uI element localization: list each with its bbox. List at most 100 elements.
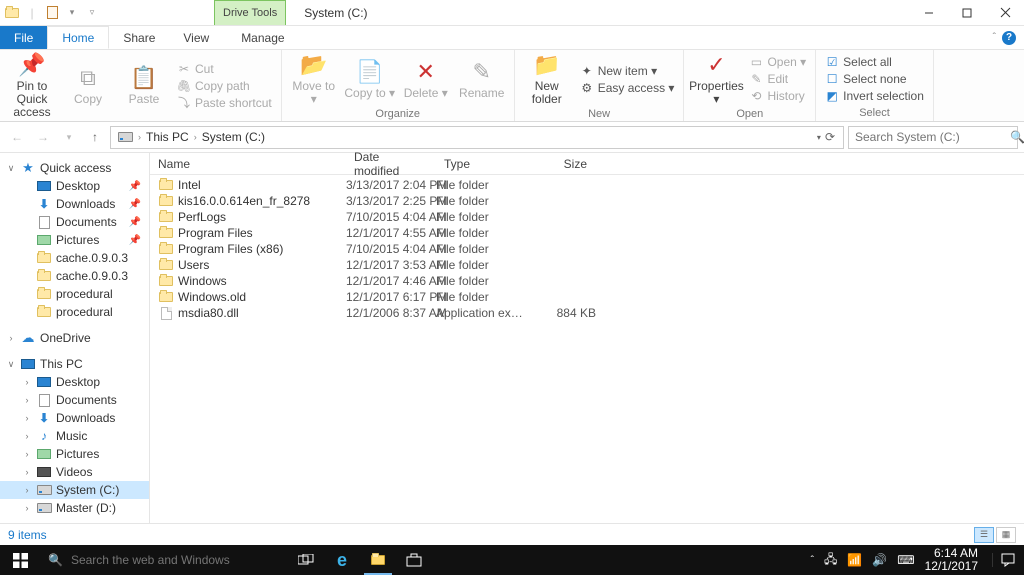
tab-view[interactable]: View xyxy=(169,26,223,49)
sidebar-master-d[interactable]: ›Master (D:) xyxy=(0,499,149,517)
sidebar-onedrive[interactable]: ›☁OneDrive xyxy=(0,329,149,347)
column-type[interactable]: Type xyxy=(436,157,526,171)
. list-item[interactable]: Program Files (x86)7/10/2015 4:04 AMFile… xyxy=(150,241,1024,257)
tab-home[interactable]: Home xyxy=(47,26,109,49)
taskbar-search[interactable]: 🔍 xyxy=(40,545,288,575)
. list-item[interactable]: msdia80.dll12/1/2006 8:37 AMApplication … xyxy=(150,305,1024,321)
sidebar-quick-access[interactable]: ∨★Quick access xyxy=(0,159,149,177)
properties-qat-icon[interactable] xyxy=(44,5,60,21)
maximize-button[interactable] xyxy=(948,0,986,26)
delete-button[interactable]: ✕ Delete ▾ xyxy=(400,59,452,100)
search-input[interactable] xyxy=(855,130,1010,144)
view-details-icon[interactable]: ☰ xyxy=(974,527,994,543)
ribbon-collapse-icon[interactable]: ˆ xyxy=(993,32,996,43)
sidebar-desktop2[interactable]: ›Desktop xyxy=(0,373,149,391)
history-button[interactable]: ⟲History xyxy=(746,88,809,104)
search-box[interactable]: 🔍 xyxy=(848,126,1018,149)
. list-item[interactable]: Users12/1/2017 3:53 AMFile folder xyxy=(150,257,1024,273)
. list-item[interactable]: Program Files12/1/2017 4:55 AMFile folde… xyxy=(150,225,1024,241)
tray-overflow-icon[interactable]: ˆ xyxy=(811,555,814,566)
qat-dropdown-icon[interactable]: ▾ xyxy=(64,5,80,21)
copy-path-button[interactable]: 🖇Copy path xyxy=(174,78,275,94)
store-app[interactable] xyxy=(396,545,432,575)
. list-item[interactable]: kis16.0.0.614en_fr_82783/13/2017 2:25 PM… xyxy=(150,193,1024,209)
sidebar-videos[interactable]: ›Videos xyxy=(0,463,149,481)
. list-item[interactable]: Windows.old12/1/2017 6:17 PMFile folder xyxy=(150,289,1024,305)
tab-manage[interactable]: Manage xyxy=(227,26,298,49)
select-all-button[interactable]: ☑Select all xyxy=(822,54,927,70)
breadcrumb-root-icon[interactable] xyxy=(115,132,136,142)
start-button[interactable] xyxy=(0,545,40,575)
close-button[interactable] xyxy=(986,0,1024,26)
help-icon[interactable]: ? xyxy=(1002,31,1016,45)
breadcrumb-system-c[interactable]: System (C:) xyxy=(199,130,268,144)
file-name: kis16.0.0.614en_fr_8278 xyxy=(174,194,346,208)
up-button[interactable]: ↑ xyxy=(84,126,106,148)
new-folder-button[interactable]: 📁 New folder xyxy=(521,52,573,106)
taskbar-clock[interactable]: 6:14 AM 12/1/2017 xyxy=(925,547,982,573)
copy-button[interactable]: ⧉ Copy xyxy=(62,65,114,106)
forward-button[interactable]: → xyxy=(32,126,54,148)
sidebar-documents[interactable]: Documents📌 xyxy=(0,213,149,231)
back-button[interactable]: ← xyxy=(6,126,28,148)
tab-share[interactable]: Share xyxy=(109,26,169,49)
. list-item[interactable]: Windows12/1/2017 4:46 AMFile folder xyxy=(150,273,1024,289)
column-name[interactable]: Name xyxy=(150,157,346,171)
tray-keyboard-icon[interactable]: ⌨ xyxy=(897,553,914,567)
move-to-button[interactable]: 📂 Move to ▾ xyxy=(288,52,340,106)
navigation-pane[interactable]: ∨★Quick access Desktop📌 ⬇Downloads📌 Docu… xyxy=(0,153,150,523)
sidebar-cache[interactable]: cache.0.9.0.3 xyxy=(0,249,149,267)
sidebar-pictures[interactable]: Pictures📌 xyxy=(0,231,149,249)
breadcrumb[interactable]: › This PC › System (C:) ▾ ⟳ xyxy=(110,126,844,149)
easy-access-button[interactable]: ⚙Easy access ▾ xyxy=(577,80,678,96)
search-icon[interactable]: 🔍 xyxy=(1010,130,1024,144)
chevron-right-icon[interactable]: › xyxy=(194,132,197,142)
task-view-button[interactable] xyxy=(288,545,324,575)
sidebar-music[interactable]: ›♪Music xyxy=(0,427,149,445)
. list-item[interactable]: Intel3/13/2017 2:04 PMFile folder xyxy=(150,177,1024,193)
edge-app[interactable]: e xyxy=(324,545,360,575)
select-none-button[interactable]: ☐Select none xyxy=(822,71,927,87)
new-item-button[interactable]: ✦New item ▾ xyxy=(577,63,678,79)
tab-file[interactable]: File xyxy=(0,26,47,49)
sidebar-downloads[interactable]: ⬇Downloads📌 xyxy=(0,195,149,213)
sidebar-pictures2[interactable]: ›Pictures xyxy=(0,445,149,463)
edit-button[interactable]: ✎Edit xyxy=(746,71,809,87)
properties-button[interactable]: ✓ Properties ▾ xyxy=(690,52,742,106)
explorer-app[interactable] xyxy=(360,545,396,575)
chevron-right-icon[interactable]: › xyxy=(138,132,141,142)
tray-wifi-icon[interactable]: 📶 xyxy=(847,553,862,567)
breadcrumb-this-pc[interactable]: This PC xyxy=(143,130,192,144)
sidebar-procedural[interactable]: procedural xyxy=(0,285,149,303)
qat-overflow-icon[interactable]: ▿ xyxy=(84,5,100,21)
tray-volume-icon[interactable]: 🔊 xyxy=(872,553,887,567)
sidebar-desktop[interactable]: Desktop📌 xyxy=(0,177,149,195)
open-button[interactable]: ▭Open ▾ xyxy=(746,54,809,70)
drive-tools-tab[interactable]: Drive Tools xyxy=(214,0,286,25)
paste-button[interactable]: 📋 Paste xyxy=(118,65,170,106)
cut-button[interactable]: ✂Cut xyxy=(174,61,275,77)
. list-item[interactable]: PerfLogs7/10/2015 4:04 AMFile folder xyxy=(150,209,1024,225)
recent-button[interactable]: ▾ xyxy=(58,126,80,148)
sidebar-system-c[interactable]: ›System (C:) xyxy=(0,481,149,499)
breadcrumb-dropdown-icon[interactable]: ▾ xyxy=(817,133,821,142)
sidebar-cache2[interactable]: cache.0.9.0.3 xyxy=(0,267,149,285)
taskbar-search-input[interactable] xyxy=(71,553,288,567)
rename-button[interactable]: ✎ Rename xyxy=(456,59,508,100)
file-list[interactable]: Intel3/13/2017 2:04 PMFile folderkis16.0… xyxy=(150,175,1024,523)
tray-network-icon[interactable]: 🖧 xyxy=(824,550,837,571)
paste-shortcut-button[interactable]: ⤵Paste shortcut xyxy=(174,95,275,111)
sidebar-this-pc[interactable]: ∨This PC xyxy=(0,355,149,373)
refresh-icon[interactable]: ⟳ xyxy=(825,130,835,144)
sidebar-documents2[interactable]: ›Documents xyxy=(0,391,149,409)
sidebar-downloads2[interactable]: ›⬇Downloads xyxy=(0,409,149,427)
minimize-button[interactable] xyxy=(910,0,948,26)
pin-button[interactable]: 📌 Pin to Quick access xyxy=(6,52,58,120)
invert-selection-button[interactable]: ◩Invert selection xyxy=(822,88,927,104)
column-size[interactable]: Size xyxy=(526,157,596,171)
sidebar-procedural2[interactable]: procedural xyxy=(0,303,149,321)
column-date[interactable]: Date modified xyxy=(346,150,436,178)
copy-to-button[interactable]: 📄 Copy to ▾ xyxy=(344,59,396,100)
action-center-button[interactable] xyxy=(992,553,1022,567)
view-large-icon[interactable]: ▦ xyxy=(996,527,1016,543)
